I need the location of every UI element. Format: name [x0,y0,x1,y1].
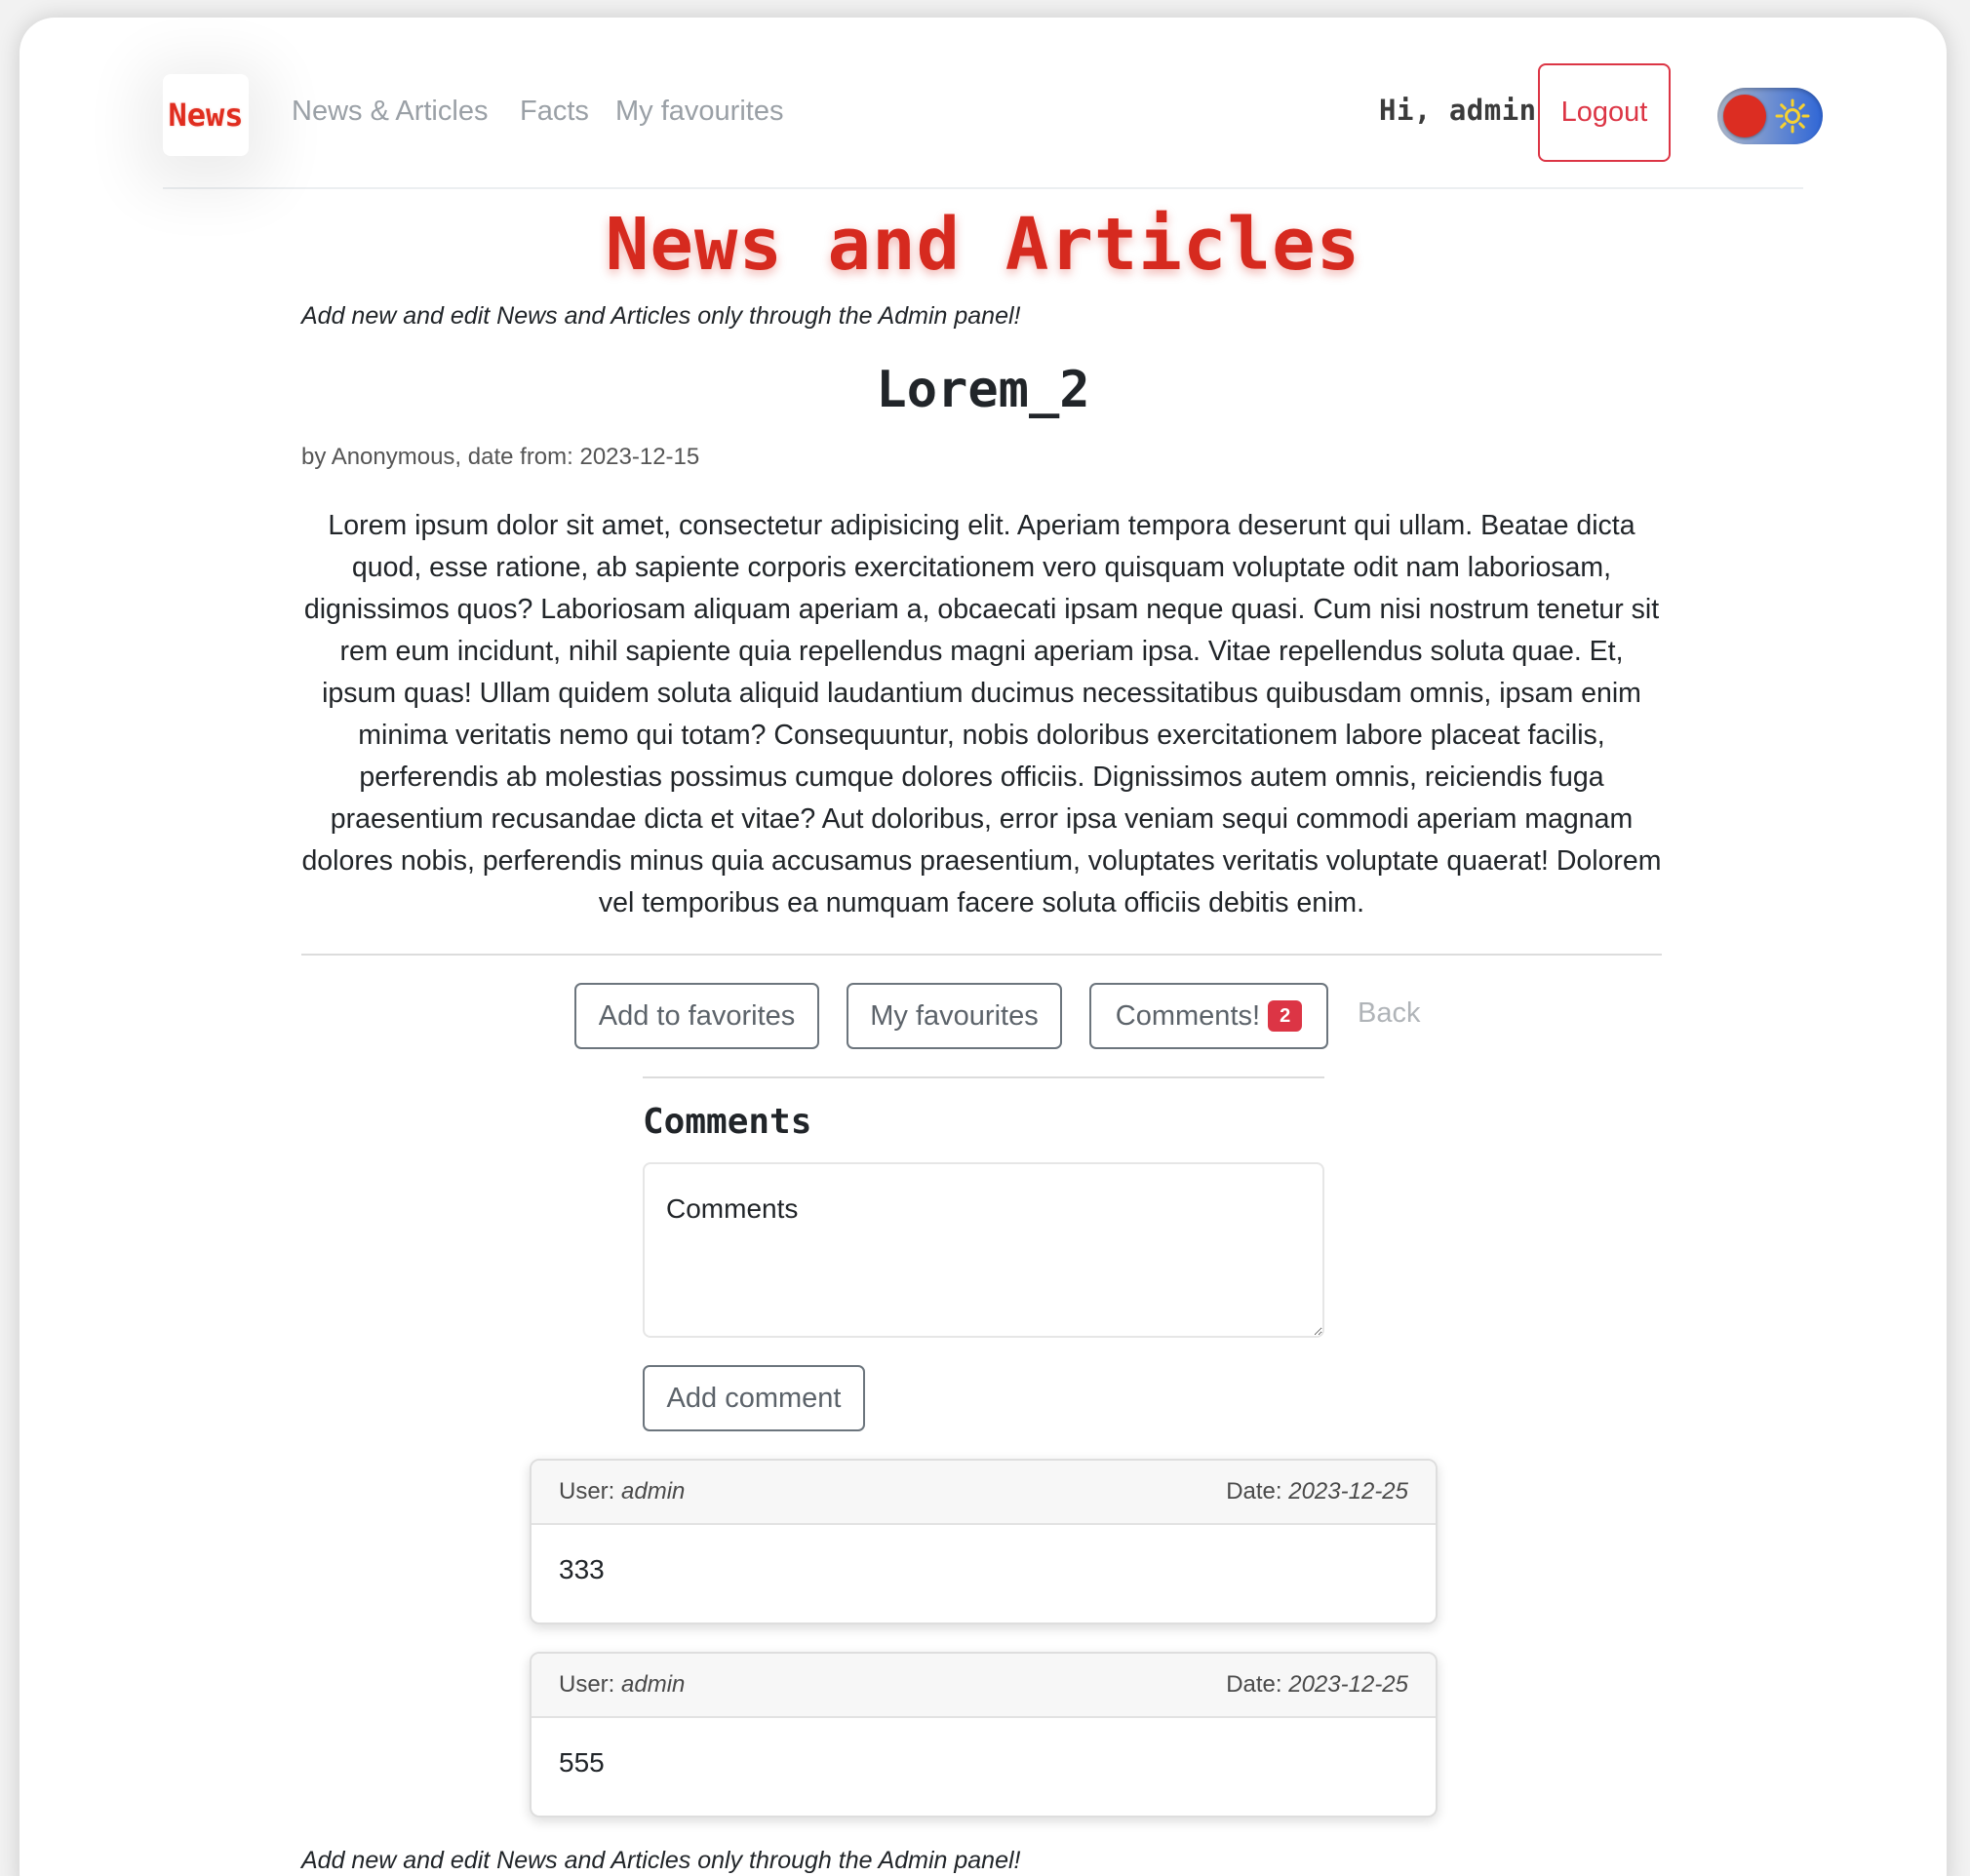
divider [643,1076,1324,1078]
page-title: News and Articles [605,203,1361,287]
comment-username: admin [621,1478,686,1505]
comment-date-value: 2023-12-25 [1288,1478,1408,1505]
article-byline: by Anonymous, date from: 2023-12-15 [301,444,700,470]
nav-link-news-articles[interactable]: News & Articles [292,96,488,128]
comment-card: User: admin Date: 2023-12-25 333 [530,1459,1438,1624]
nav-link-my-favourites[interactable]: My favourites [615,96,783,128]
comment-card-header: User: admin Date: 2023-12-25 [532,1654,1436,1718]
nav-link-facts[interactable]: Facts [520,96,589,128]
add-comment-button[interactable]: Add comment [643,1365,865,1431]
article-title: Lorem_2 [876,361,1090,419]
comment-card-header: User: admin Date: 2023-12-25 [532,1461,1436,1525]
logout-button[interactable]: Logout [1538,63,1671,162]
brand-logo[interactable]: News [163,74,249,156]
admin-notice-top: Add new and edit News and Articles only … [301,302,1021,330]
comment-user: User: admin [559,1478,686,1505]
navbar: News News & Articles Facts My favourites… [163,39,1823,189]
toggle-knob [1723,95,1766,137]
user-greeting: Hi, admin! [1379,94,1555,127]
comment-date-value: 2023-12-25 [1288,1671,1408,1698]
comment-text: 333 [559,1554,605,1584]
browser-page: News News & Articles Facts My favourites… [20,18,1947,1876]
comments-button[interactable]: Comments! 2 [1089,983,1328,1049]
back-link[interactable]: Back [1358,997,1420,1030]
article-body: Lorem ipsum dolor sit amet, consectetur … [301,510,1662,918]
comments-count-badge: 2 [1268,1000,1303,1032]
comment-textarea[interactable] [643,1162,1324,1338]
comments-button-label: Comments! [1115,999,1261,1032]
comment-card: User: admin Date: 2023-12-25 555 [530,1652,1438,1817]
add-to-favorites-button[interactable]: Add to favorites [574,983,819,1049]
comment-user: User: admin [559,1671,686,1698]
comment-date: Date: 2023-12-25 [1226,1671,1408,1698]
comment-date: Date: 2023-12-25 [1226,1478,1408,1505]
admin-notice-bottom: Add new and edit News and Articles only … [301,1847,1021,1874]
theme-toggle[interactable] [1717,88,1823,144]
divider [301,954,1662,956]
sun-icon [1775,98,1810,134]
comment-text: 555 [559,1747,605,1778]
comments-heading: Comments [643,1102,812,1142]
my-favourites-button[interactable]: My favourites [847,983,1062,1049]
comment-username: admin [621,1671,686,1698]
